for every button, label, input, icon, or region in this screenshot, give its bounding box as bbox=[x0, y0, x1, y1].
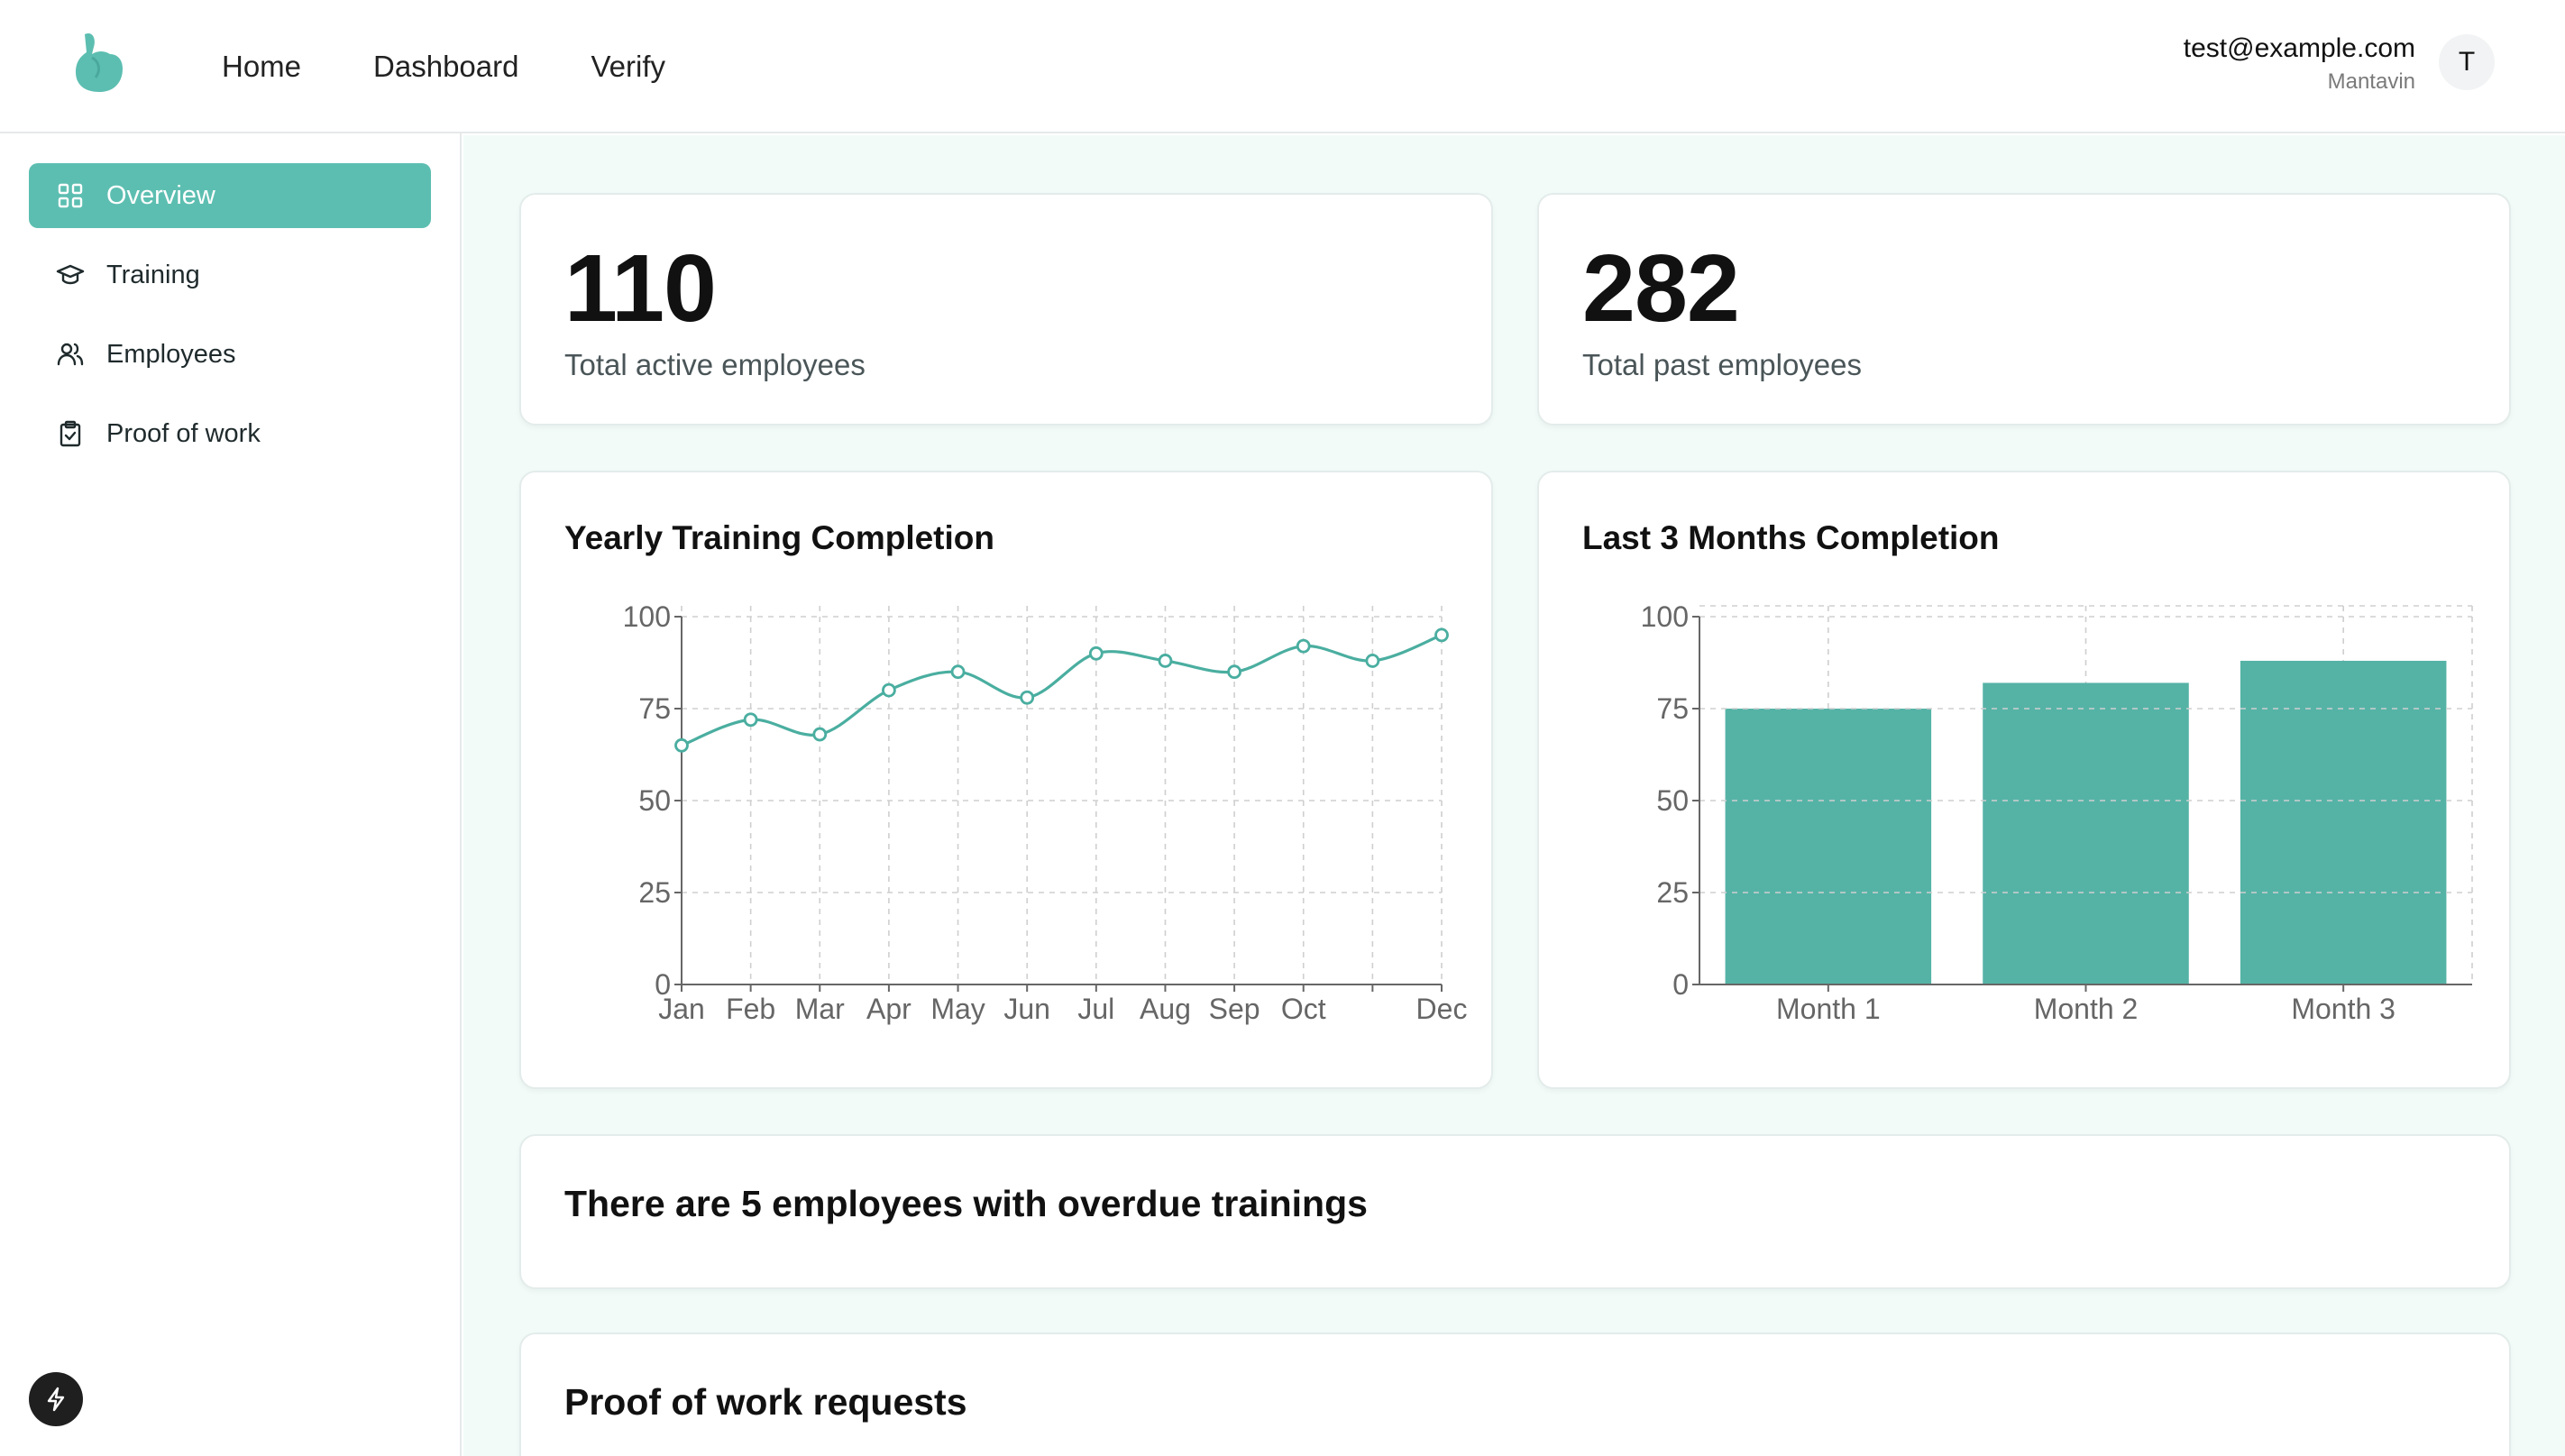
main-nav: Home Dashboard Verify bbox=[222, 0, 665, 133]
avatar[interactable]: T bbox=[2439, 34, 2495, 90]
sidebar-item-training[interactable]: Training bbox=[29, 243, 431, 307]
data-point bbox=[743, 712, 758, 728]
overdue-trainings-card[interactable]: There are 5 employees with overdue train… bbox=[519, 1134, 2511, 1289]
data-point bbox=[882, 682, 896, 698]
line-chart: 0255075100Jan Feb Mar Apr May Jun Jul Aug Sep Oct… bbox=[623, 600, 1468, 1025]
bar-chart: 0 25 50 75 100 Month 1 Month 2 Month 3 bbox=[1641, 600, 2473, 1025]
x-tick-label: Apr bbox=[866, 993, 911, 1025]
lightning-bolt-icon bbox=[47, 1387, 65, 1412]
series-line bbox=[681, 633, 1443, 747]
stat-card-active-employees: 110 Total active employees bbox=[519, 193, 1493, 426]
data-point bbox=[1020, 690, 1035, 705]
data-point bbox=[1434, 627, 1449, 643]
data-point bbox=[950, 664, 966, 680]
user-organization: Mantavin bbox=[2327, 69, 2415, 94]
sidebar-item-overview[interactable]: Overview bbox=[29, 163, 431, 228]
x-tick-label: Aug bbox=[1140, 993, 1191, 1025]
y-tick-label: 25 bbox=[638, 876, 671, 909]
data-point bbox=[1088, 646, 1104, 661]
user-email: test@example.com bbox=[2183, 33, 2415, 63]
x-tick-label: Feb bbox=[726, 993, 775, 1025]
users-icon bbox=[57, 343, 84, 366]
x-tick-label: Month 2 bbox=[2034, 993, 2139, 1025]
sidebar-item-proof-of-work[interactable]: Proof of work bbox=[29, 401, 431, 466]
y-tick-label: 75 bbox=[1656, 692, 1689, 725]
nav-verify[interactable]: Verify bbox=[591, 50, 665, 84]
stat-card-past-employees: 282 Total past employees bbox=[1537, 193, 2511, 426]
x-tick-label: Jul bbox=[1077, 993, 1114, 1025]
y-tick-label: 50 bbox=[638, 784, 671, 817]
nav-home[interactable]: Home bbox=[222, 50, 301, 84]
main-content: 110 Total active employees 282 Total pas… bbox=[463, 135, 2565, 1456]
data-point bbox=[812, 727, 828, 742]
data-point bbox=[1158, 654, 1173, 668]
chart-card-yearly-completion: Yearly Training Completion 0 25 50 75 100 Jan… bbox=[519, 471, 1493, 1089]
nav-dashboard[interactable]: Dashboard bbox=[373, 50, 518, 84]
sidebar-item-label: Employees bbox=[106, 339, 236, 369]
user-info[interactable]: test@example.com Mantavin bbox=[2184, 31, 2415, 97]
data-point bbox=[1227, 664, 1241, 680]
sidebar: Overview Training Employees Proof of wor… bbox=[0, 133, 462, 1456]
x-tick-label: Sep bbox=[1209, 993, 1260, 1025]
sidebar-item-label: Proof of work bbox=[106, 418, 261, 448]
y-tick-label: 0 bbox=[1672, 968, 1689, 1001]
x-tick-label: Jun bbox=[1003, 993, 1050, 1025]
sidebar-item-employees[interactable]: Employees bbox=[29, 322, 431, 387]
y-tick-label: 100 bbox=[1641, 600, 1689, 633]
grid-icon bbox=[58, 183, 83, 208]
y-tick-label: 25 bbox=[1656, 876, 1689, 909]
top-navigation-bar: Home Dashboard Verify test@example.com M… bbox=[0, 0, 2565, 133]
sidebar-item-label: Overview bbox=[106, 180, 215, 210]
data-point bbox=[1296, 638, 1311, 654]
chart-card-last-3-months: Last 3 Months Completion 0 25 50 75 100 Month… bbox=[1537, 471, 2511, 1089]
active-employees-count: 110 bbox=[564, 235, 717, 342]
y-tick-label: 100 bbox=[623, 600, 671, 633]
bar bbox=[1983, 682, 2189, 984]
data-point bbox=[1365, 654, 1380, 668]
data-point bbox=[674, 737, 689, 753]
x-tick-label: Oct bbox=[1281, 993, 1326, 1025]
x-tick-label: Mar bbox=[795, 993, 845, 1025]
active-employees-label: Total active employees bbox=[564, 348, 866, 381]
thumbs-up-logo-icon[interactable] bbox=[72, 31, 124, 94]
x-tick-label: May bbox=[930, 993, 985, 1025]
y-tick-label: 75 bbox=[638, 692, 671, 725]
graduation-cap-icon bbox=[56, 264, 85, 285]
clipboard-check-icon bbox=[60, 420, 81, 447]
y-tick-label: 50 bbox=[1656, 784, 1689, 817]
sidebar-item-label: Training bbox=[106, 260, 200, 289]
past-employees-count: 282 bbox=[1582, 235, 1740, 342]
x-tick-label: Jan bbox=[658, 993, 705, 1025]
bar bbox=[2240, 660, 2447, 984]
x-tick-label: Month 1 bbox=[1776, 993, 1881, 1025]
proof-of-work-title: Proof of work requests bbox=[564, 1381, 967, 1423]
past-employees-label: Total past employees bbox=[1582, 348, 1863, 381]
bar bbox=[1725, 709, 1932, 984]
proof-of-work-card: Proof of work requests bbox=[519, 1332, 2511, 1456]
overdue-trainings-text: There are 5 employees with overdue train… bbox=[564, 1183, 1368, 1224]
x-tick-label: Dec bbox=[1416, 993, 1468, 1025]
lightning-bolt-button[interactable] bbox=[29, 1372, 83, 1426]
x-tick-label: Month 3 bbox=[2291, 993, 2396, 1025]
